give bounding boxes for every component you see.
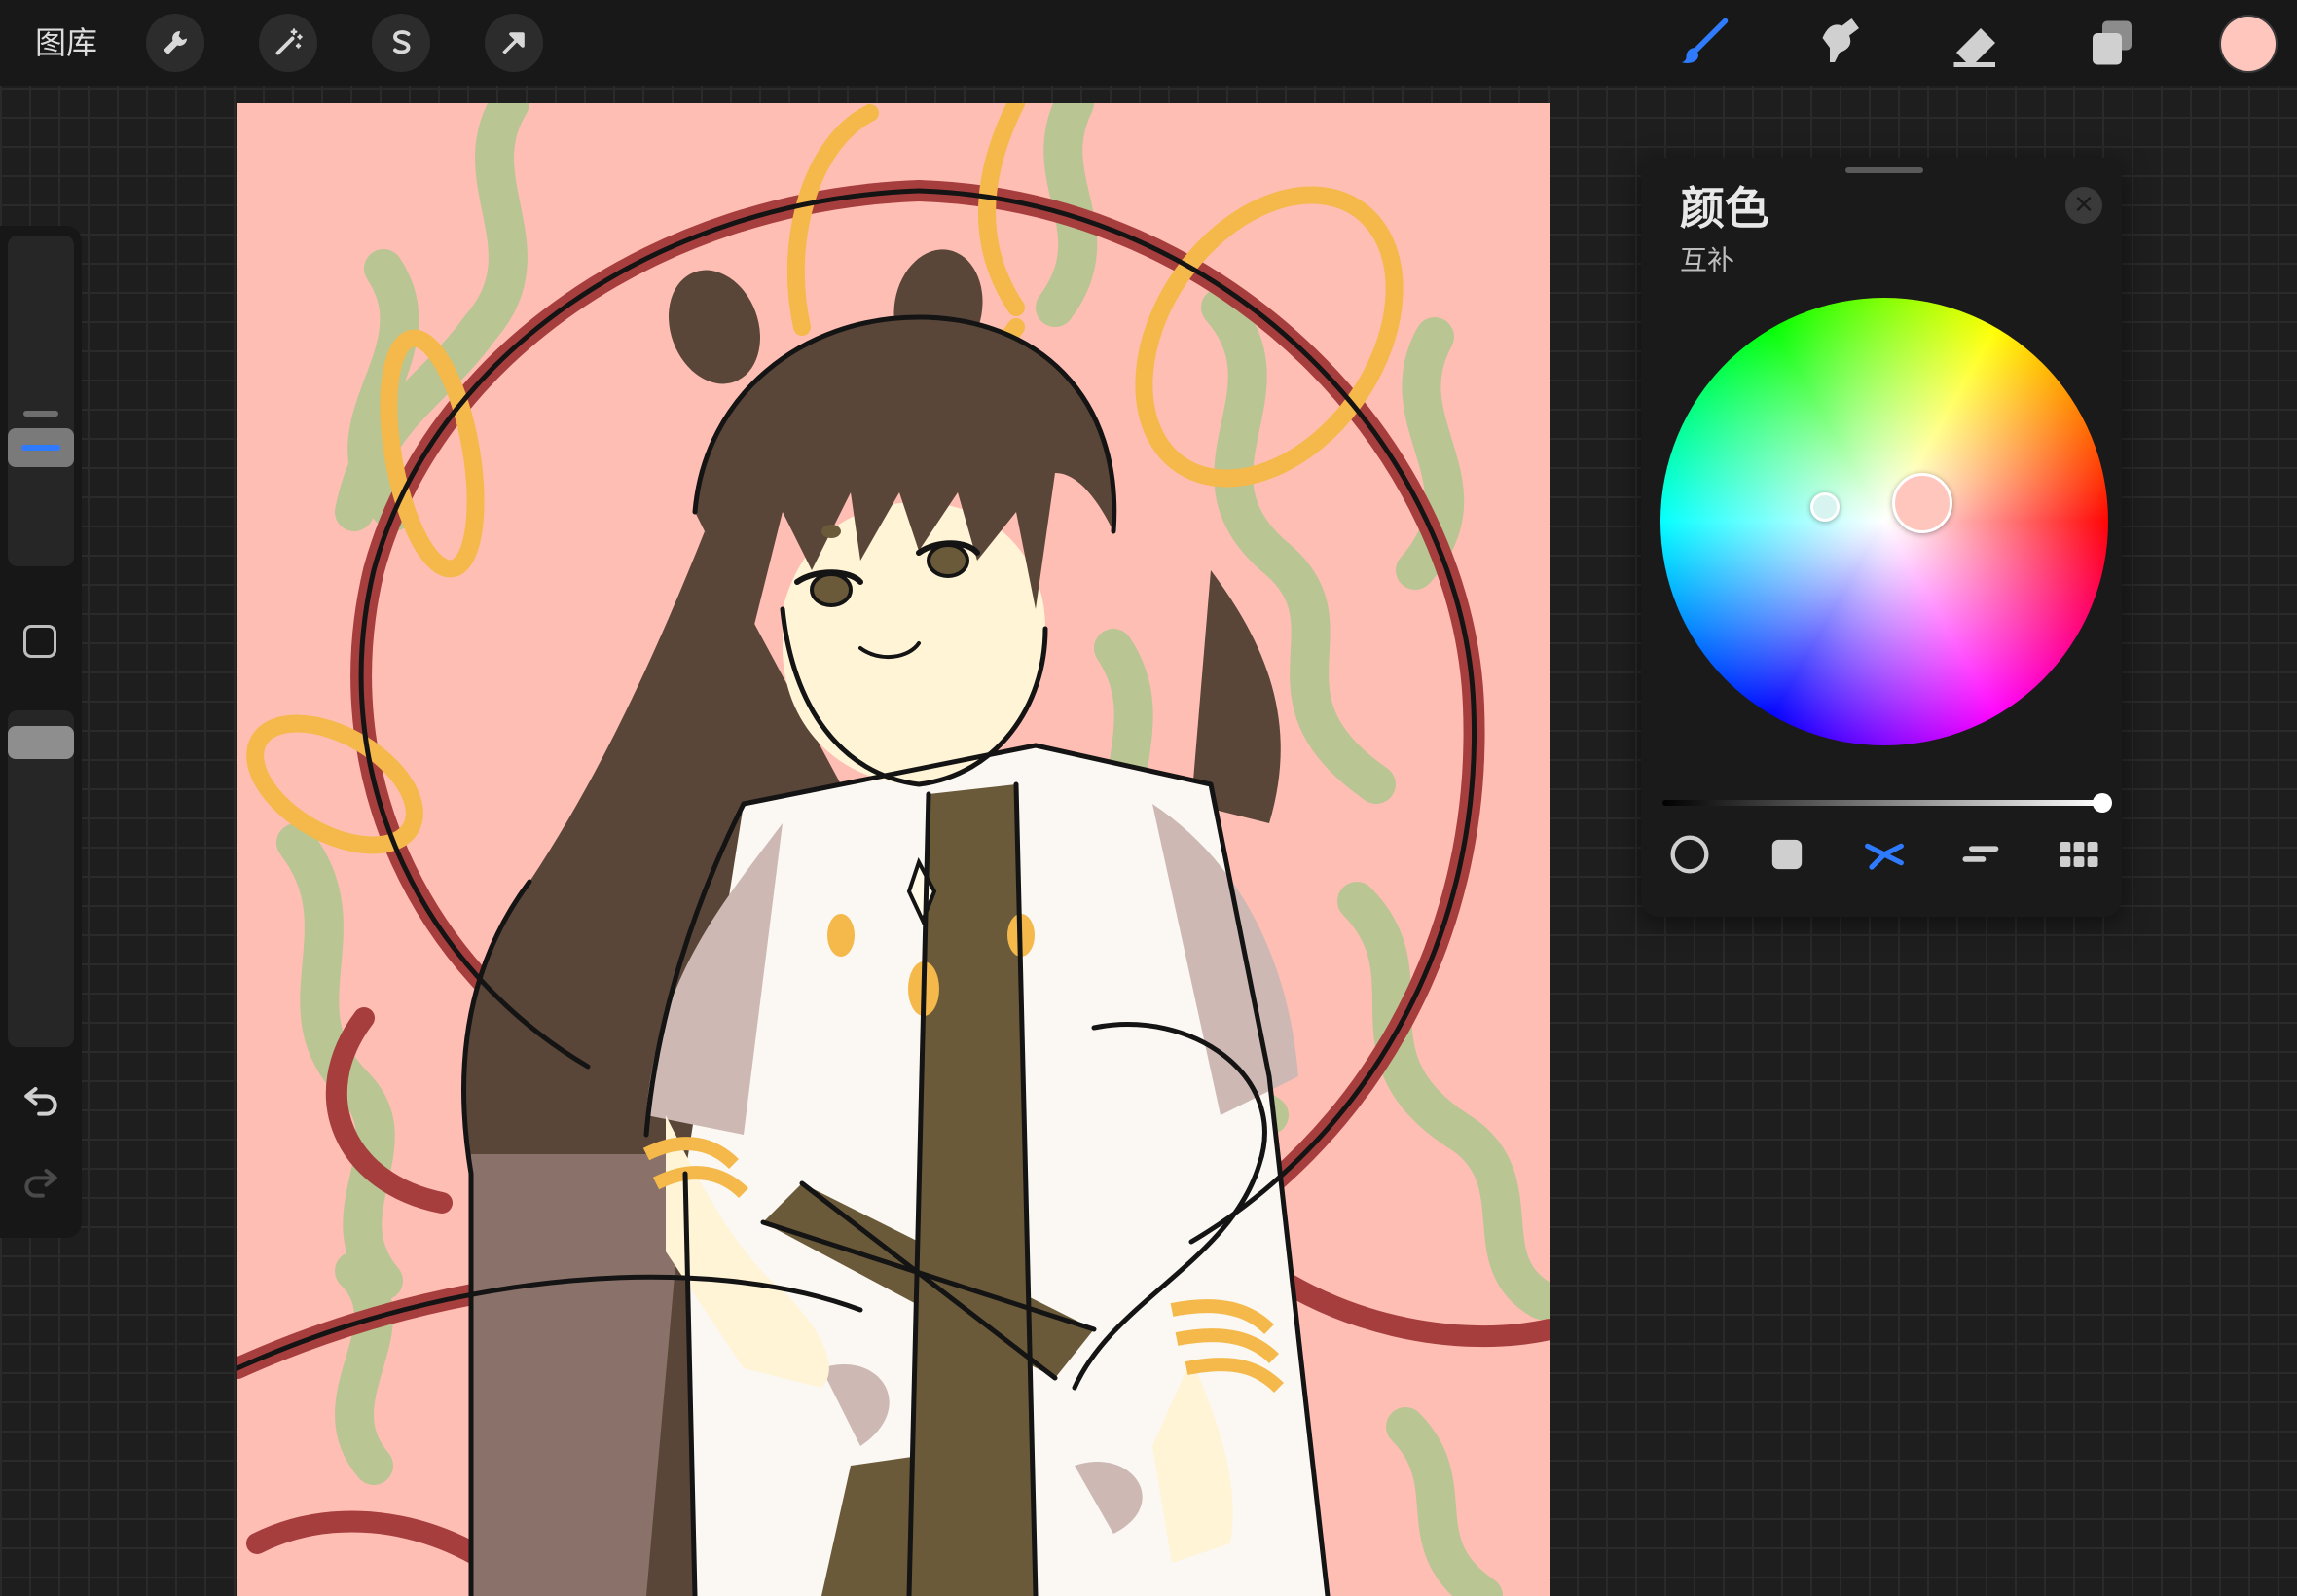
layers-icon[interactable] <box>2083 14 2141 72</box>
magic-wand-icon <box>275 28 303 55</box>
brightness-slider[interactable] <box>1662 800 2100 806</box>
transform-button[interactable] <box>485 14 543 72</box>
eraser-icon[interactable] <box>1947 14 2005 72</box>
selection-button[interactable] <box>372 14 430 72</box>
brush-size-indicator <box>21 445 60 451</box>
wrench-icon <box>164 31 187 54</box>
harmony-mode-label[interactable]: 互补 <box>1680 241 1734 280</box>
wheel-saturation-overlay <box>1660 298 2108 745</box>
actions-button[interactable] <box>146 14 204 72</box>
current-color-swatch[interactable] <box>2221 17 2276 71</box>
brush-size-thumb[interactable] <box>8 428 74 467</box>
gallery-button[interactable]: 图库 <box>35 21 97 64</box>
selection-s-icon <box>393 30 411 54</box>
opacity-slider[interactable] <box>8 710 74 1047</box>
brightness-knob[interactable] <box>2093 793 2112 813</box>
classic-icon[interactable] <box>1762 829 1812 880</box>
smudge-icon[interactable] <box>1810 14 1869 72</box>
disc-icon[interactable] <box>1664 829 1715 880</box>
adjustments-button[interactable] <box>259 14 317 72</box>
brush-icon[interactable] <box>1674 14 1732 72</box>
redo-icon[interactable] <box>19 1160 62 1203</box>
left-sidebar <box>0 226 82 1238</box>
opacity-thumb[interactable] <box>8 726 74 759</box>
close-icon[interactable]: ✕ <box>2065 187 2102 224</box>
harmony-color-wheel[interactable] <box>1660 298 2108 745</box>
undo-icon[interactable] <box>19 1078 62 1121</box>
color-panel: 颜色 互补 ✕ <box>1641 158 2122 917</box>
value-icon[interactable] <box>1956 829 2007 880</box>
palettes-icon[interactable] <box>2054 829 2104 880</box>
arrow-cursor-icon <box>502 32 525 54</box>
primary-color-knob[interactable] <box>1892 473 1952 533</box>
panel-title: 颜色 <box>1680 182 1769 235</box>
brush-size-slider[interactable] <box>8 236 74 566</box>
harmony-icon[interactable] <box>1859 829 1910 880</box>
artwork <box>237 103 1550 1596</box>
panel-grabber[interactable] <box>1845 167 1923 173</box>
drawing-canvas[interactable] <box>237 103 1550 1596</box>
modify-square-button[interactable] <box>23 625 56 658</box>
complementary-knob[interactable] <box>1810 492 1840 522</box>
size-tick <box>23 411 58 417</box>
top-toolbar: 图库 <box>0 0 2297 86</box>
